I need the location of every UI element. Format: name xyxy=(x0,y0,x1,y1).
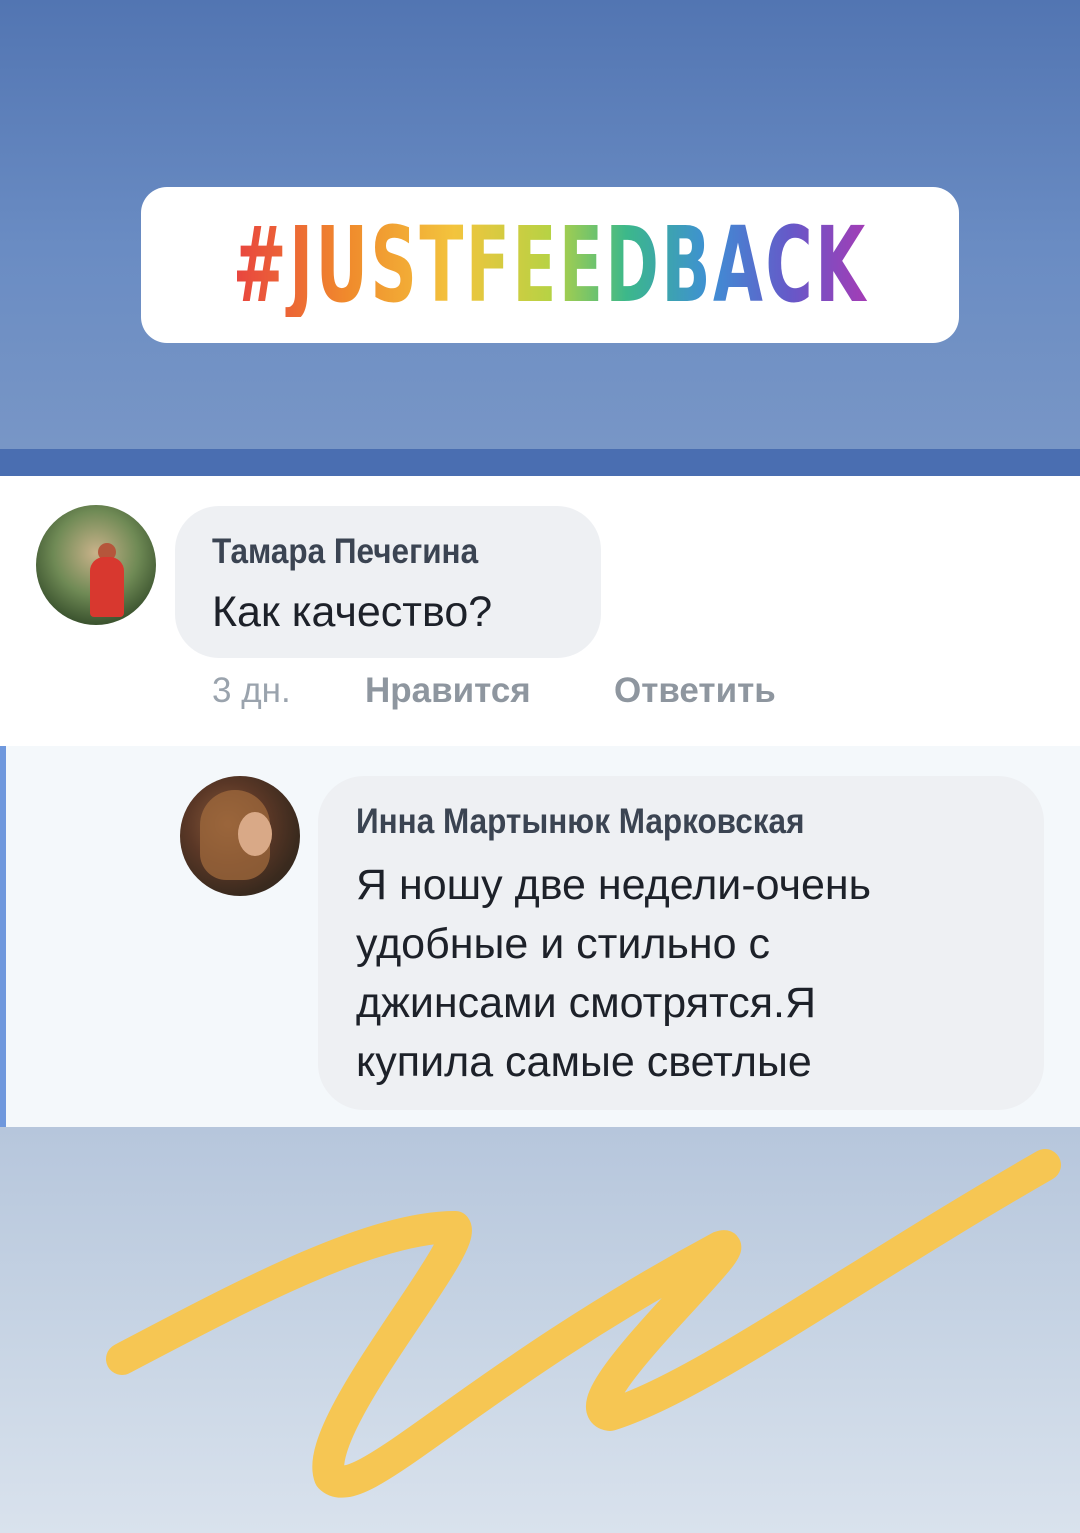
avatar-photo-face xyxy=(238,812,272,856)
reply-text-line: купила самые светлые xyxy=(356,1038,812,1086)
header-divider xyxy=(0,449,1080,476)
reply-text-line: джинсами смотрятся.Я xyxy=(356,979,817,1027)
avatar-photo-figure xyxy=(90,557,124,617)
comment-text: Как качество? xyxy=(212,588,493,636)
scribble-drawing xyxy=(106,1149,1061,1498)
reply-thread-line xyxy=(0,746,6,1127)
reply-text-line: Я ношу две недели-очень xyxy=(356,861,872,909)
reply-button[interactable]: Ответить xyxy=(614,671,776,711)
hashtag-text: #JUSTFEEDBACK xyxy=(232,204,868,326)
reply-author[interactable]: Инна Мартынюк Марковская xyxy=(356,802,804,842)
reply-text: Я ношу две недели-очень удобные и стильн… xyxy=(356,856,1016,1092)
like-button[interactable]: Нравится xyxy=(365,671,531,711)
reply-avatar[interactable] xyxy=(180,776,300,896)
comment-author[interactable]: Тамара Печегина xyxy=(212,532,478,572)
comment-timestamp: 3 дн. xyxy=(212,671,291,710)
hashtag-sticker[interactable]: #JUSTFEEDBACK xyxy=(141,187,959,343)
avatar[interactable] xyxy=(36,505,156,625)
reply-text-line: удобные и стильно с xyxy=(356,920,771,968)
